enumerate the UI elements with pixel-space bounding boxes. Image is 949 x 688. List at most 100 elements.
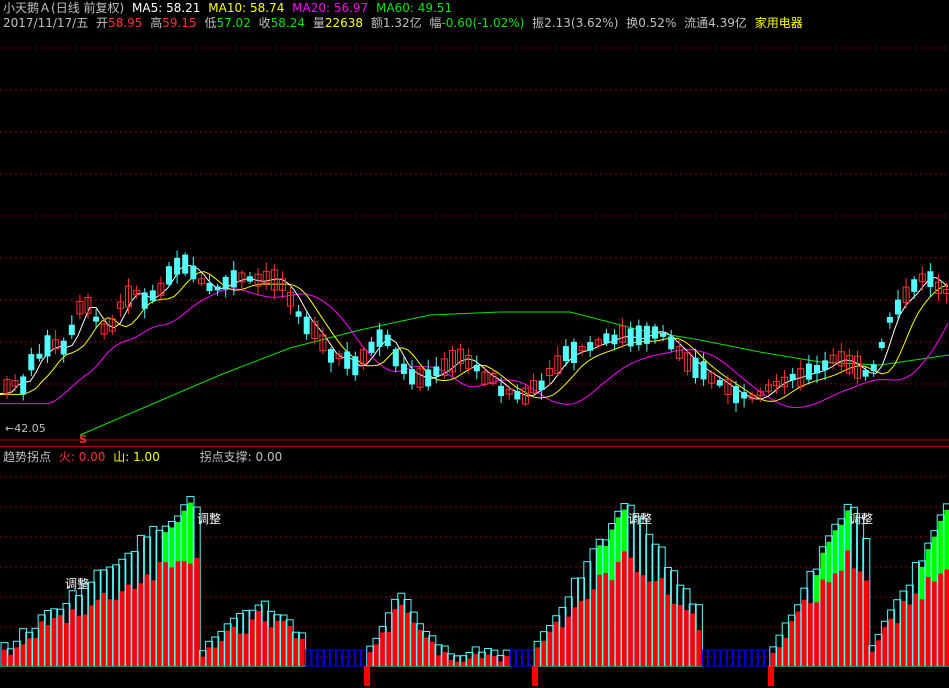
hist-bar-green [832,530,838,574]
trend-histogram[interactable] [0,496,949,686]
close-value: 58.24 [270,16,306,30]
kline-chart-canvas[interactable] [0,0,949,688]
candle-down [741,392,748,399]
hist-bar-green [925,549,931,578]
hist-bar-blue [714,649,721,667]
fire-value: 火: 0.00 [58,450,106,464]
hist-bar-blue [522,649,529,667]
hist-bar-green [944,509,949,570]
stock-name[interactable]: 小天鹅Ａ [3,1,51,15]
indicator-name[interactable]: 趋势拐点 [3,450,51,464]
hist-bar-red [770,652,776,666]
hist-bar-red [795,611,801,666]
high-value: 59.15 [162,16,197,30]
hist-bar-red [615,561,621,666]
hist-bar-blue [720,649,727,667]
candle-down [870,364,877,372]
support-value: 拐点支撑: 0.00 [199,450,283,464]
hist-bar-blue [733,649,740,667]
hist-bar-red [944,569,949,666]
hist-bar-green [820,552,826,580]
candle-down [862,370,869,377]
candle-down [44,335,51,357]
hist-bar-red [188,563,193,666]
hist-spike [532,666,538,686]
hist-bar-red [423,637,429,666]
float-cap-value: 流通4.39亿 [684,16,747,30]
hist-bar-red [442,652,448,666]
hist-bar-red [200,656,206,666]
hist-bar-red [839,570,844,666]
candle-down [409,369,415,385]
hist-bar-green [169,527,175,568]
hist-bar-blue [516,649,523,667]
candle-down [190,265,197,280]
candle-down [182,254,189,274]
hist-bar-red [268,627,274,666]
candle-down [886,316,893,323]
candle-down [789,373,796,381]
hist-bar-red [560,627,565,666]
hist-bar-red [777,647,782,666]
candle-down [571,341,577,363]
hist-bar-red [646,581,652,666]
hist-bar-red [274,620,280,666]
candle-down [692,357,699,379]
hist-bar-blue [305,649,312,667]
candle-down [814,365,820,374]
candle-down [895,299,901,315]
hist-bar-red [150,580,156,666]
volume-label: 量 [312,16,325,30]
hist-bar-blue [348,649,355,667]
candle-down [392,349,399,367]
hist-spike [364,666,370,686]
hist-bar-green [603,545,609,573]
hist-bar-red [578,600,584,666]
hist-bar-green [163,532,169,563]
hist-bar-red [876,640,882,666]
candle-down [733,386,739,404]
hist-bar-blue [509,649,516,667]
ma10-path [0,271,949,402]
amplitude-value: 振2.13(3.62%) [532,16,619,30]
hist-bar-red [181,561,187,666]
candle-down [627,328,634,347]
ma-header-bar: 小天鹅Ａ(日线 前复权) MA5: 58.21 MA10: 58.74 MA20… [3,1,456,15]
hist-bar-red [696,630,702,666]
candle-down [635,325,642,346]
candle-down [668,336,675,350]
adjust-annotation: 调整 [628,512,653,526]
candle-down [562,346,569,362]
indicator-header: 趋势拐点 火: 0.00 山: 1.00 拐点支撑: 0.00 [3,450,286,464]
candle-down [911,279,918,292]
hist-bar-red [485,654,491,666]
hist-bar-blue [739,649,746,667]
buy-signal-marker: S [79,433,87,446]
hist-bar-red [628,557,634,666]
candle-down [68,324,75,336]
hist-bar-red [256,611,262,666]
hist-bar-blue [317,649,324,667]
hist-bar-red [386,632,392,666]
hist-bar-red [281,621,286,666]
hist-bar-blue [726,649,733,667]
hist-bar-red [622,551,627,666]
candle-down [425,369,432,387]
close-label: 收 [258,16,271,30]
hist-bar-red [609,580,615,666]
period-label[interactable]: (日线 前复权) [51,1,124,15]
hist-bar-red [591,589,596,666]
hist-bar-blue [528,649,535,667]
candle-down [166,266,172,285]
candle-down [700,361,707,380]
hist-bar-red [51,618,57,666]
adjust-annotation: 调整 [65,577,90,591]
ma5-path [0,264,949,400]
industry-link[interactable]: 家用电器 [755,16,803,30]
hist-bar-red [479,658,485,666]
candle-down [514,391,521,400]
candle-down [473,364,480,372]
hist-bar-blue [751,649,758,667]
candle-down [643,325,650,344]
hist-bar-red [88,605,94,666]
